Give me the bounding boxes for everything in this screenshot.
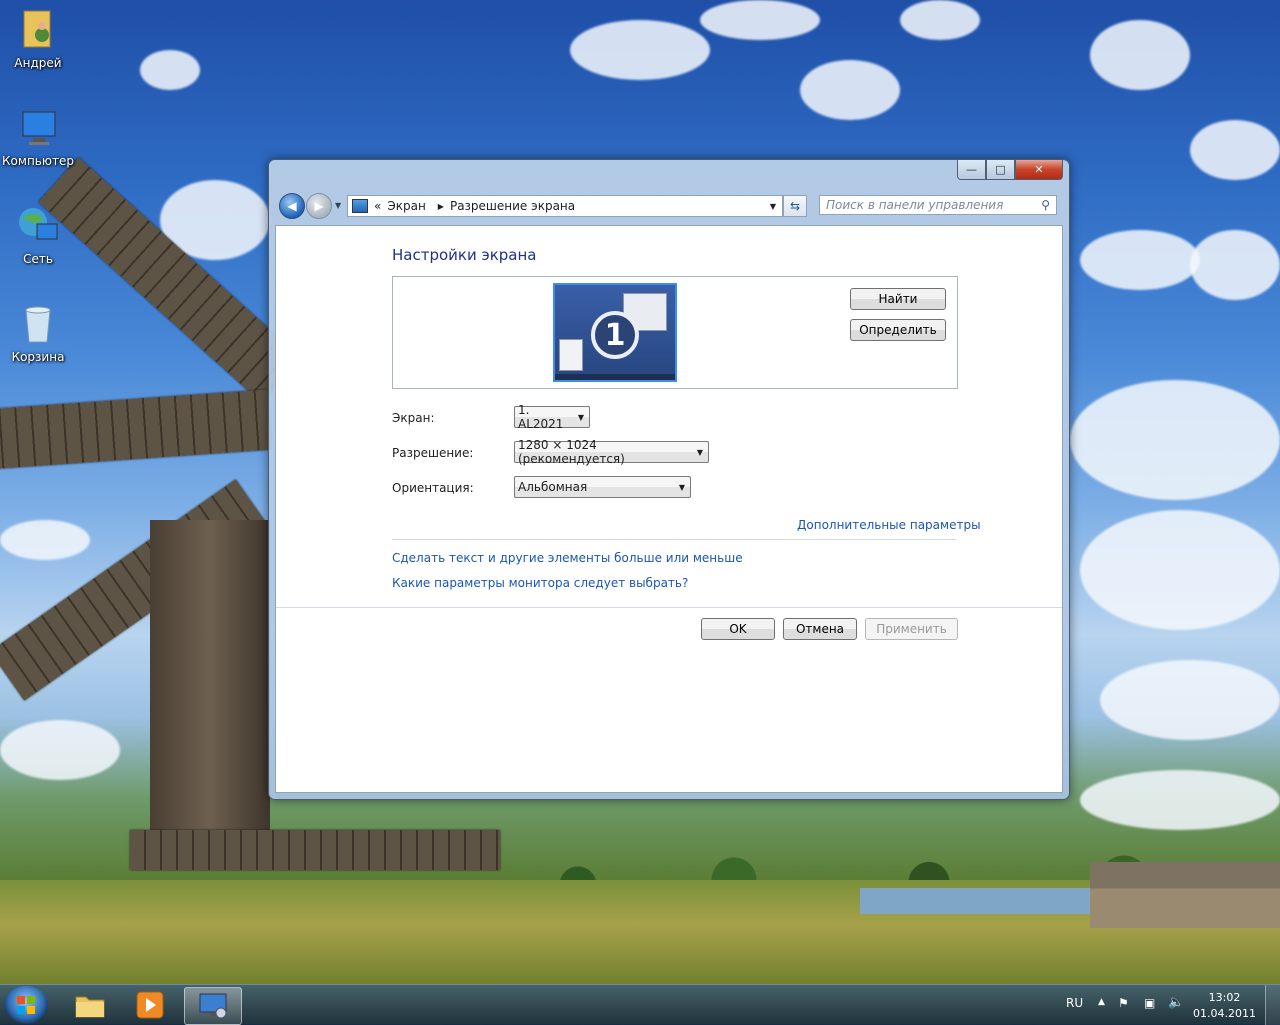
chevron-down-icon: ▼ bbox=[577, 412, 584, 422]
cancel-button[interactable]: Отмена bbox=[783, 618, 857, 640]
taskbar-preview bbox=[555, 374, 675, 380]
resolution-select[interactable]: 1280 × 1024 (рекомендуется) ▼ bbox=[514, 438, 709, 466]
forward-button[interactable]: ▶ bbox=[306, 193, 332, 219]
orientation-select-value: Альбомная bbox=[518, 480, 588, 494]
volume-icon[interactable]: 🔈 bbox=[1168, 995, 1184, 1010]
clock[interactable]: 13:02 01.04.2011 bbox=[1193, 990, 1256, 1022]
address-bar[interactable]: « Экран ▶ Разрешение экрана ▼ bbox=[347, 195, 783, 217]
address-overflow[interactable]: « bbox=[374, 199, 381, 213]
resolution-label: Разрешение: bbox=[392, 446, 474, 460]
desktop-icon-computer[interactable]: Компьютер bbox=[0, 104, 76, 168]
breadcrumb-screen-resolution[interactable]: Разрешение экрана bbox=[450, 199, 575, 213]
display-settings-icon bbox=[199, 993, 227, 1019]
refresh-icon: ⇆ bbox=[789, 199, 801, 213]
close-button[interactable]: ✕ bbox=[1015, 160, 1063, 180]
address-dropdown-icon[interactable]: ▼ bbox=[770, 202, 776, 211]
back-button[interactable]: ◀ bbox=[279, 193, 305, 219]
navigation-bar: ◀ ▶ ▼ « Экран ▶ Разрешение экрана ▼ ⇆ По… bbox=[277, 191, 1061, 220]
start-button[interactable] bbox=[4, 986, 48, 1024]
desktop-icon-network[interactable]: Сеть bbox=[0, 202, 76, 266]
apply-button[interactable]: Применить bbox=[865, 618, 958, 640]
display-select-value: 1. AL2021 bbox=[518, 403, 564, 431]
desktop-icon-label: Андрей bbox=[14, 56, 62, 70]
desktop-icon-label: Корзина bbox=[11, 350, 65, 364]
minimize-button[interactable]: — bbox=[957, 160, 986, 180]
clock-time: 13:02 bbox=[1208, 991, 1241, 1004]
taskbar-explorer[interactable] bbox=[62, 987, 118, 1023]
recent-pages-dropdown[interactable]: ▼ bbox=[335, 201, 341, 210]
content-pane: Настройки экрана 1 Найти Определить Экра… bbox=[275, 225, 1063, 793]
taskbar-control-panel[interactable] bbox=[184, 987, 242, 1025]
chevron-down-icon: ▼ bbox=[678, 482, 685, 492]
screen-resolution-window: — □ ✕ ◀ ▶ ▼ « Экран ▶ Разрешение экрана … bbox=[268, 159, 1070, 800]
taskbar-media-player[interactable] bbox=[122, 987, 178, 1023]
which-settings-link[interactable]: Какие параметры монитора следует выбрать… bbox=[392, 576, 688, 590]
desktop-icon-recycle-bin[interactable]: Корзина bbox=[0, 300, 76, 364]
page-title: Настройки экрана bbox=[392, 246, 537, 264]
media-player-icon bbox=[136, 991, 164, 1019]
monitor-arrangement-panel: 1 Найти Определить bbox=[392, 276, 958, 389]
detect-button[interactable]: Найти bbox=[850, 288, 946, 310]
show-hidden-icons-icon[interactable]: ▲ bbox=[1098, 997, 1105, 1007]
desktop-icon-label: Компьютер bbox=[2, 154, 74, 168]
identify-button[interactable]: Определить bbox=[850, 319, 946, 341]
desktop-icon-label: Сеть bbox=[23, 252, 53, 266]
orientation-select[interactable]: Альбомная ▼ bbox=[514, 476, 691, 498]
user-folder-icon bbox=[14, 6, 62, 54]
resolution-select-value: 1280 × 1024 (рекомендуется) bbox=[518, 438, 625, 466]
clock-date: 01.04.2011 bbox=[1193, 1007, 1256, 1020]
taskbar: RU ▲ ⚑ ▣ 🔈 13:02 01.04.2011 bbox=[0, 984, 1280, 1025]
display-select[interactable]: 1. AL2021 ▼ bbox=[514, 403, 590, 431]
control-panel-icon bbox=[352, 199, 368, 213]
forward-arrow-icon: ▶ bbox=[314, 199, 324, 213]
caption-buttons: — □ ✕ bbox=[957, 160, 1063, 180]
window-preview-icon bbox=[559, 339, 583, 371]
breadcrumb-separator-icon[interactable]: ▶ bbox=[438, 202, 444, 211]
text-size-link[interactable]: Сделать текст и другие элементы больше и… bbox=[392, 551, 743, 565]
language-indicator[interactable]: RU bbox=[1066, 996, 1083, 1010]
network-status-icon[interactable]: ▣ bbox=[1144, 996, 1155, 1010]
action-center-flag-icon[interactable]: ⚑ bbox=[1118, 996, 1129, 1010]
search-input[interactable]: Поиск в панели управления bbox=[826, 198, 1003, 212]
search-box[interactable]: Поиск в панели управления ⚲ bbox=[819, 195, 1057, 215]
divider bbox=[276, 607, 1062, 608]
computer-icon bbox=[14, 104, 62, 152]
advanced-settings-link[interactable]: Дополнительные параметры bbox=[797, 518, 981, 532]
display-label: Экран: bbox=[392, 411, 435, 425]
monitor-number: 1 bbox=[591, 311, 639, 359]
search-icon[interactable]: ⚲ bbox=[1041, 198, 1050, 212]
monitor-1-thumbnail[interactable]: 1 bbox=[553, 283, 677, 382]
chevron-down-icon: ▼ bbox=[696, 447, 703, 457]
folder-icon bbox=[75, 996, 105, 1018]
breadcrumb-display[interactable]: Экран bbox=[387, 199, 425, 213]
network-icon bbox=[14, 202, 62, 250]
desktop-icon-user-folder[interactable]: Андрей bbox=[0, 6, 76, 70]
show-desktop-button[interactable] bbox=[1265, 985, 1280, 1025]
divider bbox=[392, 539, 956, 540]
windows-logo-icon bbox=[17, 996, 35, 1014]
maximize-button[interactable]: □ bbox=[986, 160, 1015, 180]
ok-button[interactable]: OK bbox=[701, 618, 775, 640]
orientation-label: Ориентация: bbox=[392, 481, 474, 495]
refresh-button[interactable]: ⇆ bbox=[783, 195, 807, 217]
system-tray: RU ▲ ⚑ ▣ 🔈 13:02 01.04.2011 bbox=[1060, 985, 1280, 1025]
back-arrow-icon: ◀ bbox=[287, 199, 297, 213]
recycle-bin-icon bbox=[14, 300, 62, 348]
